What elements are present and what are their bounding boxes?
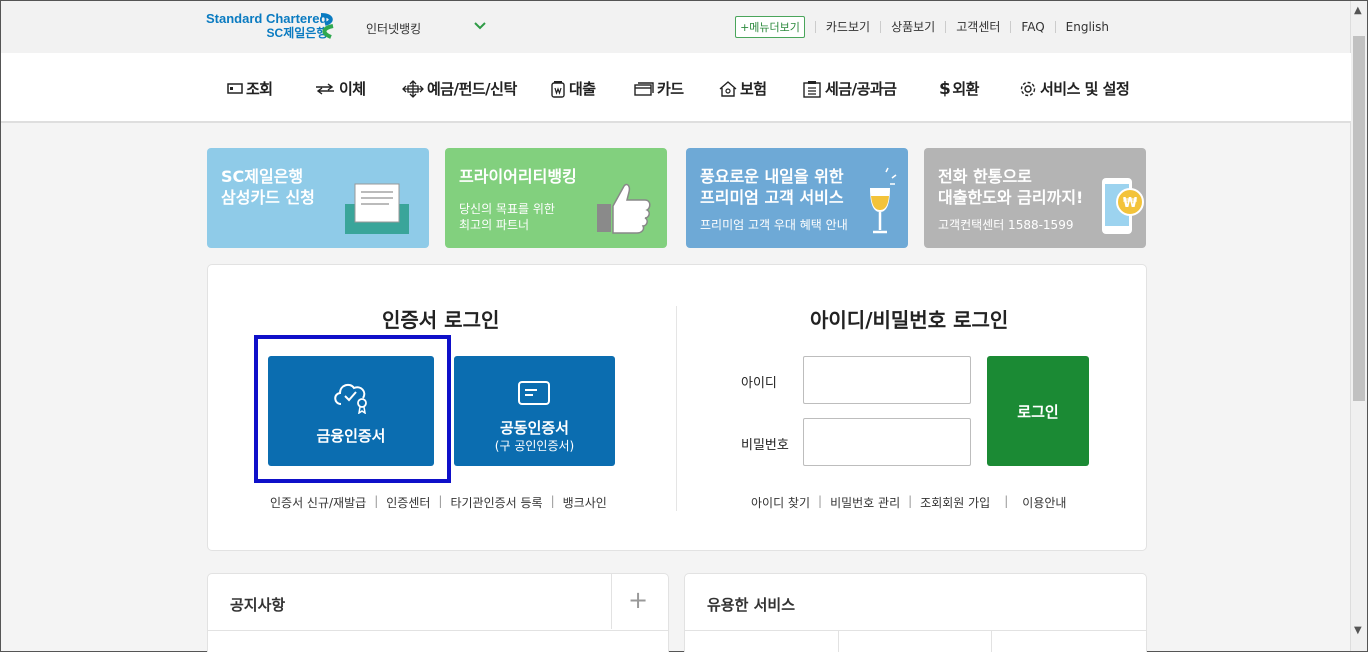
main-nav: 조회 이체 예금/펀드/신탁 대출 카드 보험 세금/공과금 $ 외환 서비스 … [1,53,1351,123]
dollar-icon: $ [939,78,951,99]
util-link-faq[interactable]: FAQ [1010,21,1054,33]
link-banksign[interactable]: 뱅크사인 [563,494,607,511]
banner-sub: 프리미엄 고객 우대 혜택 안내 [700,218,848,232]
nav-label: 외환 [952,80,979,98]
nav-item-transfer[interactable]: 이체 [314,78,366,99]
cert-links: 인증서 신규/재발급 | 인증센터 | 타기관인증서 등록 | 뱅크사인 [270,494,607,511]
notice-title: 공지사항 [230,596,286,614]
joint-cert-sublabel: (구 공인인증서) [494,439,575,453]
banner-title: 풍요로운 내일을 위한 [700,167,844,186]
nav-item-inquiry[interactable]: 조회 [227,78,273,99]
panel-divider [676,306,677,511]
cert-card-icon [518,381,550,405]
login-button[interactable]: 로그인 [987,356,1089,466]
thumbs-up-icon [597,183,651,234]
util-link-product[interactable]: 상품보기 [880,21,945,33]
banner-call-loan[interactable]: 전화 한통으로대출한도와 금리까지! 고객컨택센터 1588-1599 ₩ [924,148,1146,248]
joint-cert-label: 공동인증서 [499,419,569,437]
id-login-title: 아이디/비밀번호 로그인 [810,308,1009,332]
useful-services-title: 유용한 서비스 [707,596,796,614]
id-links: 아이디 찾기 | 비밀번호 관리 | 조회회원 가입 | 이용안내 [751,494,1067,511]
tax-building-icon [803,80,821,98]
top-bar: Standard Chartered SC제일은행 인터넷뱅킹 +메뉴더보기 카… [1,1,1351,53]
link-cert-center[interactable]: 인증센터 [386,494,430,511]
more-menu-button[interactable]: +메뉴더보기 [735,16,805,38]
link-password[interactable]: 비밀번호 관리 [830,494,900,511]
banner-title2: 프리미엄 고객 서비스 [700,188,844,207]
util-link-customer[interactable]: 고객센터 [945,21,1010,33]
nav-item-forex[interactable]: $ 외환 [939,78,979,99]
nav-item-card[interactable]: 카드 [634,78,684,99]
nav-item-tax[interactable]: 세금/공과금 [802,78,897,99]
link-guide[interactable]: 이용안내 [1022,494,1066,511]
chevron-down-icon[interactable] [474,21,486,31]
notice-box: 공지사항 + [207,573,669,652]
joint-cert-button[interactable]: 공동인증서 (구 공인인증서) [454,356,615,466]
link-join[interactable]: 조회회원 가입 [920,494,990,511]
sc-logo[interactable]: Standard Chartered SC제일은행 [206,12,341,42]
nav-label: 보험 [740,80,767,98]
banner-title2: 삼성카드 신청 [221,188,315,207]
nav-label: 서비스 및 설정 [1040,80,1130,98]
transfer-arrows-icon [316,82,334,95]
utility-links: +메뉴더보기 카드보기 상품보기 고객센터 FAQ English [735,16,1119,38]
nav-item-loan[interactable]: 대출 [550,78,596,99]
nav-label: 대출 [569,80,596,98]
won-jar-icon [551,80,565,98]
scroll-up-icon[interactable]: ▲ [1354,5,1362,16]
id-label: 아이디 [741,376,777,391]
banner-title: 프라이어리티뱅킹 [459,167,577,186]
screen-icon [227,82,243,94]
nav-label: 이체 [339,80,366,98]
logo-line2: SC제일은행 [266,26,328,40]
card-reader-icon [345,183,409,234]
util-link-english[interactable]: English [1054,21,1119,33]
gear-icon [1020,81,1036,96]
logo-line1: Standard Chartered [206,11,328,26]
link-other-cert[interactable]: 타기관인증서 등록 [450,494,542,511]
nav-item-deposit[interactable]: 예금/펀드/신탁 [402,78,517,99]
wine-glass-icon [870,167,897,234]
scrollbar[interactable]: ▲ ▼ [1350,1,1367,651]
selection-highlight [254,335,451,483]
plus-icon[interactable]: + [628,586,648,614]
password-label: 비밀번호 [741,438,789,453]
banner-title: SC제일은행 [221,167,304,186]
password-input[interactable] [803,418,971,466]
banner-title: 전화 한통으로 [938,167,1032,186]
site-select[interactable]: 인터넷뱅킹 [366,20,421,37]
scrollbar-thumb[interactable] [1353,36,1365,401]
nav-label: 세금/공과금 [825,80,897,98]
house-icon [719,80,737,97]
svg-text:₩: ₩ [1123,196,1138,211]
banner-sub: 당신의 목표를 위한 [459,202,555,216]
sc-logo-icon [320,13,334,39]
scroll-down-icon[interactable]: ▼ [1354,625,1362,636]
phone-coin-icon: ₩ [1102,178,1144,234]
link-cert-issue[interactable]: 인증서 신규/재발급 [270,494,366,511]
nav-item-settings[interactable]: 서비스 및 설정 [1019,78,1130,99]
banner-title2: 대출한도와 금리까지! [938,188,1084,207]
nav-label: 조회 [246,80,273,98]
banner-samsung-card[interactable]: SC제일은행삼성카드 신청 [207,148,429,248]
move-arrows-icon [402,79,424,98]
link-find-id[interactable]: 아이디 찾기 [751,494,810,511]
banner-priority[interactable]: 프라이어리티뱅킹 당신의 목표를 위한최고의 파트너 [445,148,667,248]
useful-services-box: 유용한 서비스 [684,573,1147,652]
nav-item-insurance[interactable]: 보험 [719,78,767,99]
banner-sub2: 최고의 파트너 [459,218,530,232]
id-input[interactable] [803,356,971,404]
cert-login-title: 인증서 로그인 [382,308,500,332]
util-link-card[interactable]: 카드보기 [814,21,880,33]
nav-label: 카드 [657,80,684,98]
card-icon [634,81,654,96]
nav-label: 예금/펀드/신탁 [427,80,517,98]
banner-sub: 고객컨택센터 1588-1599 [938,218,1074,232]
banner-premium[interactable]: 풍요로운 내일을 위한프리미엄 고객 서비스 프리미엄 고객 우대 혜택 안내 [686,148,908,248]
